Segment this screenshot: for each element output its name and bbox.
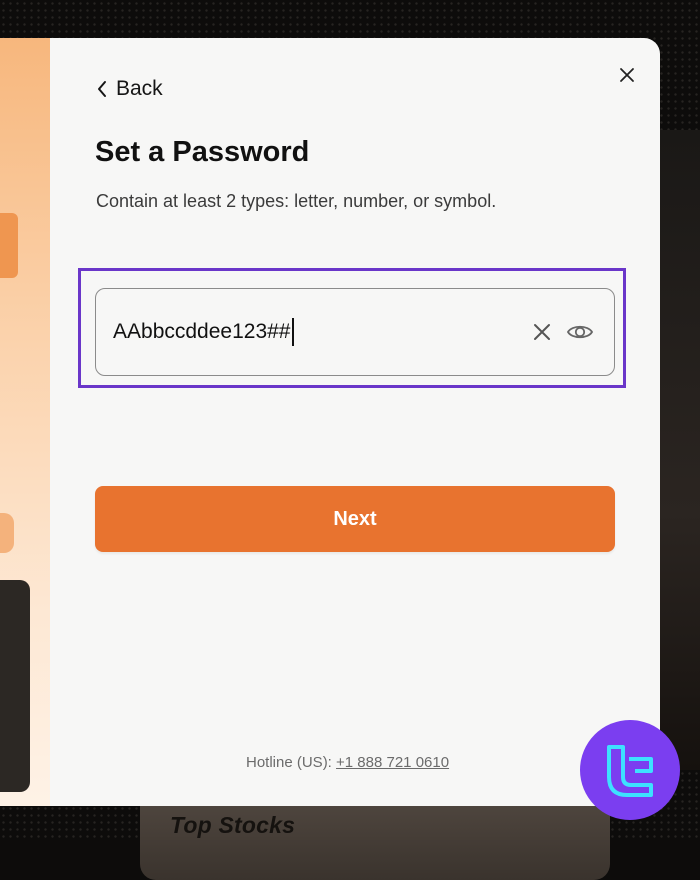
background-panel bbox=[660, 130, 700, 770]
hotline: Hotline (US): +1 888 721 0610 bbox=[246, 754, 449, 771]
close-icon bbox=[620, 68, 634, 82]
hotline-label: Hotline (US): bbox=[246, 754, 332, 771]
illustration-shape bbox=[0, 513, 14, 553]
close-button[interactable] bbox=[616, 64, 638, 86]
illustration-shape bbox=[0, 213, 18, 278]
hotline-number-link[interactable]: +1 888 721 0610 bbox=[336, 754, 449, 771]
password-hint: Contain at least 2 types: letter, number… bbox=[96, 191, 497, 211]
chevron-left-icon bbox=[98, 81, 106, 97]
password-text: AAbbccddee123## bbox=[113, 320, 291, 343]
background-card-label: Top Stocks bbox=[170, 812, 296, 838]
illustration-panel bbox=[0, 38, 50, 806]
clear-icon[interactable] bbox=[530, 320, 554, 344]
eye-icon[interactable] bbox=[566, 318, 594, 346]
password-value[interactable]: AAbbccddee123## bbox=[113, 318, 294, 346]
next-button[interactable]: Next bbox=[95, 486, 615, 552]
text-caret bbox=[291, 318, 294, 346]
page-title: Set a Password bbox=[95, 136, 310, 168]
tc-logo-icon bbox=[580, 720, 680, 820]
back-button[interactable]: Back bbox=[96, 77, 163, 101]
illustration-card bbox=[0, 580, 30, 792]
logo-mark bbox=[607, 745, 653, 797]
back-label: Back bbox=[116, 77, 163, 100]
